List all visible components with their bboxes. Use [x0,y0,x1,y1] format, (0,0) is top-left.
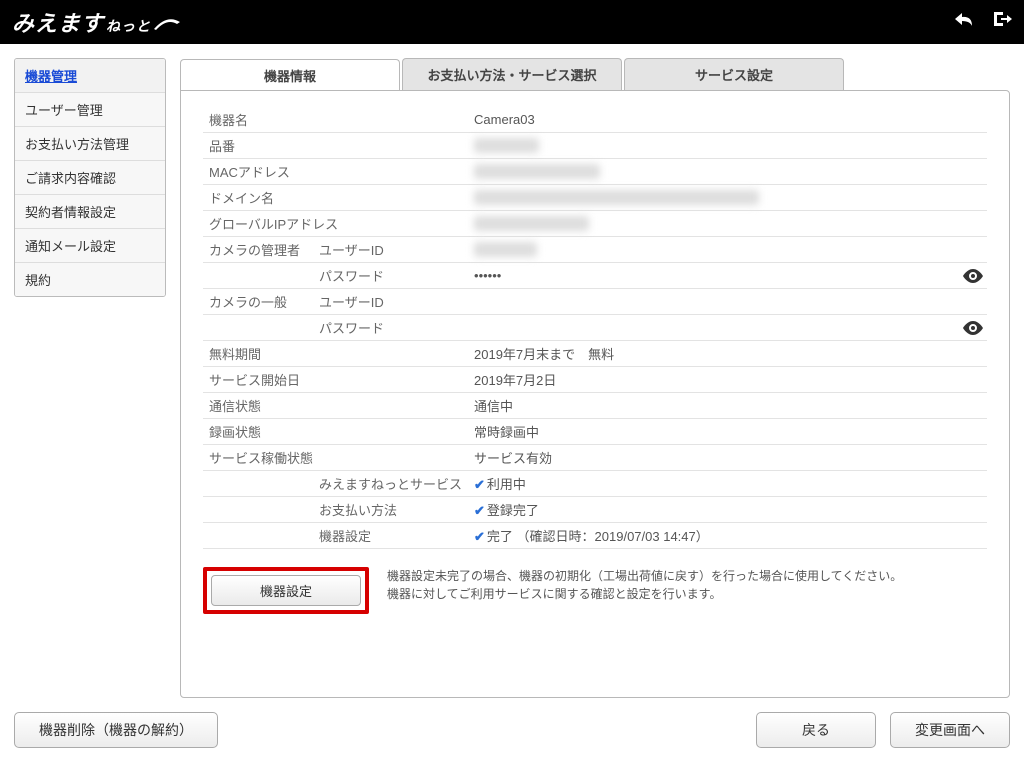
label-general-userid: ユーザーID [313,289,468,315]
sidebar: 機器管理 ユーザー管理 お支払い方法管理 ご請求内容確認 契約者情報設定 通知メ… [14,58,166,297]
brand-sub: ねっと [106,16,151,36]
label-global-ip: グローバルIPアドレス [203,211,468,237]
value-payment: 登録完了 [487,503,539,518]
value-general-userid [468,289,987,315]
label-mac: MACアドレス [203,159,313,185]
tab-service-settings[interactable]: サービス設定 [624,58,844,90]
value-rec-status: 常時録画中 [468,419,987,445]
value-admin-password: •••••• [474,268,501,283]
label-admin-userid: ユーザーID [313,237,468,263]
value-model: BB-XXXXX [474,138,539,153]
device-config-desc-line2: 機器に対してご利用サービスに関する確認と設定を行います。 [387,585,902,603]
device-config-desc: 機器設定未完了の場合、機器の初期化（工場出荷値に戻す）を行った場合に使用してくだ… [387,567,902,603]
tab-device-info[interactable]: 機器情報 [180,59,400,91]
back-icon[interactable] [952,10,974,34]
label-service-start: サービス開始日 [203,367,313,393]
label-admin: カメラの管理者 [203,237,313,263]
label-general-password: パスワード [313,315,468,341]
value-mac: XX-XX-XX-XX-XX-XX [474,164,600,179]
device-info-panel: 機器名 Camera03 品番 BB-XXXXX MACアドレス XX-XX-X… [180,90,1010,698]
label-svc-status: サービス稼働状態 [203,445,468,471]
value-device-name: Camera03 [468,107,987,133]
value-domain: xxxxx.xxxx-x-x.xxxxxxxxxxxxx.xxxxxx.xxx.… [474,190,759,205]
topbar: みえます ねっと [0,0,1024,44]
value-svc-name: 利用中 [487,477,526,492]
label-device-cfg: 機器設定 [313,523,468,549]
label-device-name: 機器名 [203,107,313,133]
sidebar-item-user-mgmt[interactable]: ユーザー管理 [15,93,165,127]
check-icon: ✔ [474,529,485,544]
value-free-period: 2019年7月末まで 無料 [468,341,987,367]
sidebar-item-payment-mgmt[interactable]: お支払い方法管理 [15,127,165,161]
sidebar-item-billing[interactable]: ご請求内容確認 [15,161,165,195]
label-free-period: 無料期間 [203,341,313,367]
sidebar-item-contract-info[interactable]: 契約者情報設定 [15,195,165,229]
check-icon: ✔ [474,477,485,492]
top-actions [952,10,1012,34]
label-comm-status: 通信状態 [203,393,313,419]
tab-payment-service[interactable]: お支払い方法・サービス選択 [402,58,622,90]
edit-button[interactable]: 変更画面へ [890,712,1010,748]
label-general: カメラの一般 [203,289,313,315]
value-admin-userid: xx-xxxXXX [474,242,537,257]
delete-device-button[interactable]: 機器削除（機器の解約） [14,712,218,748]
eye-icon[interactable] [963,269,983,283]
sidebar-item-device-mgmt[interactable]: 機器管理 [15,59,165,93]
value-comm-status: 通信中 [468,393,987,419]
label-rec-status: 録画状態 [203,419,313,445]
sidebar-item-terms[interactable]: 規約 [15,263,165,296]
brand-logo: みえます ねっと [12,6,181,38]
label-svc-name: みえますねっとサービス [313,471,468,497]
value-device-cfg: 完了 （確認日時：2019/07/03 14:47） [487,529,709,544]
brand-main: みえます [12,6,104,38]
value-service-start: 2019年7月2日 [468,367,987,393]
value-svc-status: サービス有効 [468,445,987,471]
device-config-row: 機器設定 機器設定未完了の場合、機器の初期化（工場出荷値に戻す）を行った場合に使… [203,567,987,614]
label-admin-password: パスワード [313,263,468,289]
eye-icon[interactable] [963,321,983,335]
check-icon: ✔ [474,503,485,518]
main: 機器情報 お支払い方法・サービス選択 サービス設定 機器名 Camera03 品… [180,58,1010,698]
value-global-ip: XXX.XXX.XXX.XXX [474,216,589,231]
device-config-highlight: 機器設定 [203,567,369,614]
tabs: 機器情報 お支払い方法・サービス選択 サービス設定 [180,58,1010,90]
sidebar-item-notify-mail[interactable]: 通知メール設定 [15,229,165,263]
device-config-button[interactable]: 機器設定 [211,575,361,606]
back-button[interactable]: 戻る [756,712,876,748]
brand-swoosh-icon [153,11,181,37]
label-domain: ドメイン名 [203,185,313,211]
device-info-table: 機器名 Camera03 品番 BB-XXXXX MACアドレス XX-XX-X… [203,107,987,549]
footer: 機器削除（機器の解約） 戻る 変更画面へ [0,698,1024,762]
label-model: 品番 [203,133,313,159]
logout-icon[interactable] [992,10,1012,34]
device-config-desc-line1: 機器設定未完了の場合、機器の初期化（工場出荷値に戻す）を行った場合に使用してくだ… [387,567,902,585]
label-payment: お支払い方法 [313,497,468,523]
